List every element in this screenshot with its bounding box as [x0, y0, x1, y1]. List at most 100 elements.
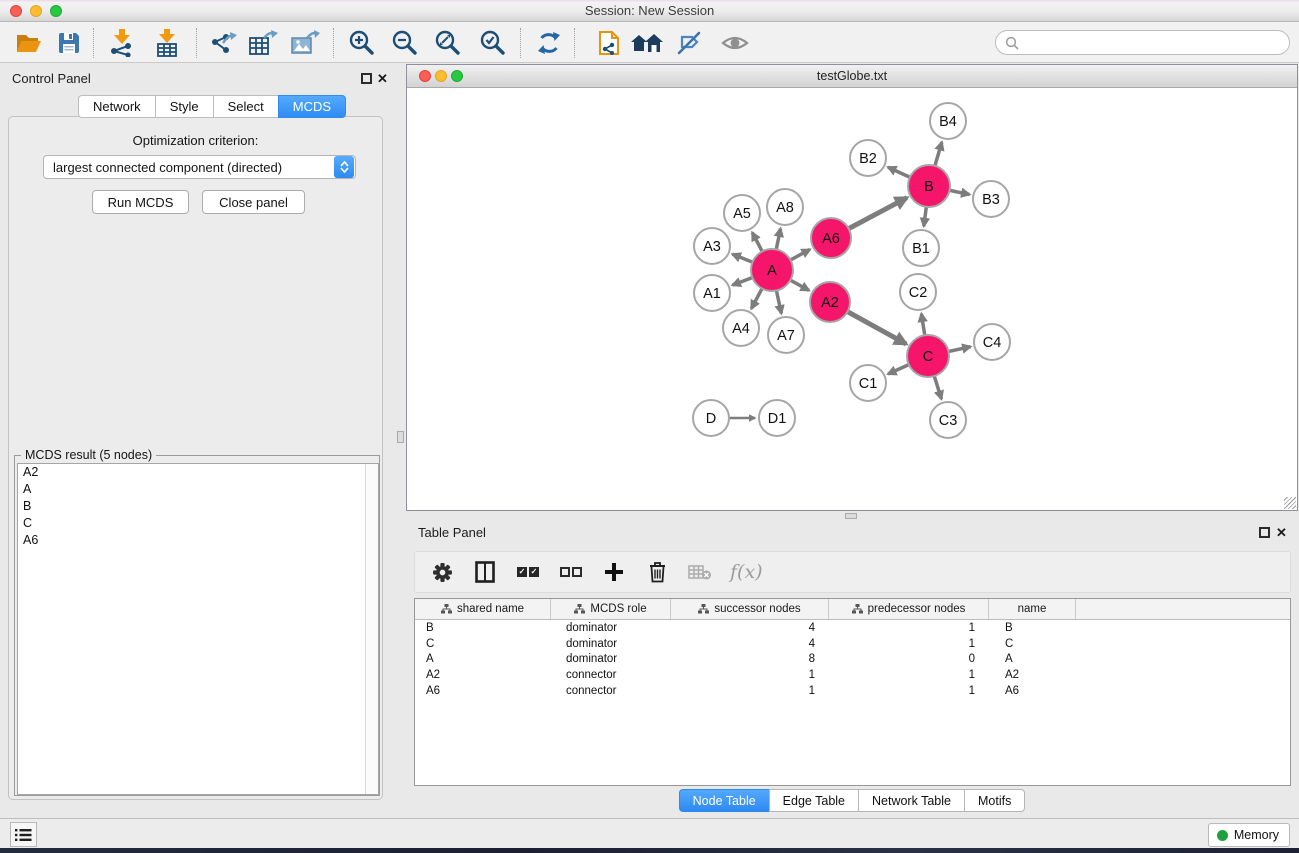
clone-network-icon[interactable]: [592, 27, 626, 59]
column-header-shared-name[interactable]: shared name: [415, 599, 551, 619]
window-resize-grip[interactable]: [1284, 497, 1296, 509]
import-network-icon[interactable]: [105, 27, 139, 59]
tab-node-table[interactable]: Node Table: [679, 789, 769, 812]
cell[interactable]: A6: [415, 685, 551, 697]
tab-edge-table[interactable]: Edge Table: [769, 789, 858, 812]
open-session-icon[interactable]: [12, 27, 46, 59]
column-header-MCDS-role[interactable]: MCDS role: [551, 599, 671, 619]
task-history-button[interactable]: [10, 822, 37, 847]
export-image-icon[interactable]: [288, 27, 322, 59]
control-panel-float-icon[interactable]: [361, 73, 372, 84]
refresh-layout-icon[interactable]: [532, 27, 566, 59]
cell[interactable]: 1: [829, 669, 989, 681]
cell[interactable]: C: [989, 638, 1076, 650]
import-table-icon[interactable]: [150, 27, 184, 59]
search-input[interactable]: [1019, 36, 1289, 50]
memory-label: Memory: [1234, 828, 1279, 842]
tab-style[interactable]: Style: [155, 95, 213, 118]
node-table[interactable]: shared nameMCDS rolesuccessor nodesprede…: [414, 598, 1291, 786]
mcds-result-list[interactable]: A2ABCA6: [17, 463, 379, 795]
column-manager-icon[interactable]: [472, 558, 498, 586]
tab-mcds[interactable]: MCDS: [278, 95, 346, 118]
cell[interactable]: 1: [671, 685, 829, 697]
save-session-icon[interactable]: [52, 27, 86, 59]
cell[interactable]: A: [989, 653, 1076, 665]
table-row[interactable]: Bdominator41B: [415, 620, 1290, 636]
memory-button[interactable]: Memory: [1208, 823, 1290, 847]
cell[interactable]: dominator: [551, 622, 671, 634]
deselect-all-checkboxes-icon[interactable]: [558, 558, 584, 586]
cell[interactable]: A2: [415, 669, 551, 681]
tab-select[interactable]: Select: [213, 95, 278, 118]
cell[interactable]: A2: [989, 669, 1076, 681]
cell[interactable]: C: [415, 638, 551, 650]
table-row[interactable]: A2connector11A2: [415, 667, 1290, 683]
cell[interactable]: B: [989, 622, 1076, 634]
select-all-checkboxes-icon[interactable]: ✓✓: [515, 558, 541, 586]
export-table-icon[interactable]: [246, 27, 280, 59]
zoom-out-icon[interactable]: [388, 27, 422, 59]
cell[interactable]: 1: [829, 638, 989, 650]
network-canvas[interactable]: AA1A2A3A4A5A6A7A8BB1B2B3B4CC1C2C3C4DD1: [408, 89, 1296, 510]
cell[interactable]: 4: [671, 638, 829, 650]
tab-network-table[interactable]: Network Table: [858, 789, 964, 812]
run-mcds-button[interactable]: Run MCDS: [92, 190, 189, 214]
function-builder-icon[interactable]: f(x): [730, 561, 763, 583]
toolbar-separator: [520, 28, 521, 58]
search-box[interactable]: [995, 30, 1290, 55]
cell[interactable]: 4: [671, 622, 829, 634]
export-network-icon[interactable]: [206, 27, 240, 59]
optimization-criterion-select[interactable]: largest connected component (directed): [43, 155, 356, 179]
cell[interactable]: 1: [671, 669, 829, 681]
table-row[interactable]: Adominator80A: [415, 652, 1290, 668]
cell[interactable]: 0: [829, 653, 989, 665]
node-label-A7: A7: [777, 328, 795, 344]
cell[interactable]: connector: [551, 685, 671, 697]
result-item[interactable]: B: [18, 498, 378, 515]
cell[interactable]: connector: [551, 669, 671, 681]
horizontal-splitter-grip[interactable]: [845, 513, 857, 519]
column-header-predecessor-nodes[interactable]: predecessor nodes: [829, 599, 989, 619]
tab-network[interactable]: Network: [78, 95, 155, 118]
cell[interactable]: A: [415, 653, 551, 665]
result-item[interactable]: A2: [18, 464, 378, 481]
table-panel-float-icon[interactable]: [1259, 527, 1270, 538]
column-header-successor-nodes[interactable]: successor nodes: [671, 599, 829, 619]
node-label-C4: C4: [983, 335, 1002, 351]
cell[interactable]: 1: [829, 622, 989, 634]
table-row[interactable]: A6connector11A6: [415, 683, 1290, 699]
node-label-A5: A5: [733, 206, 751, 222]
tab-motifs[interactable]: Motifs: [964, 789, 1025, 812]
control-panel-close-icon[interactable]: ✕: [377, 73, 388, 84]
add-column-plus-icon[interactable]: [601, 558, 627, 586]
network-graph: AA1A2A3A4A5A6A7A8BB1B2B3B4CC1C2C3C4DD1: [408, 89, 1296, 510]
delete-table-icon[interactable]: [687, 558, 713, 586]
zoom-fit-icon[interactable]: [431, 27, 465, 59]
memory-status-icon: [1217, 830, 1228, 841]
delete-column-trash-icon[interactable]: [644, 558, 670, 586]
node-label-A2: A2: [821, 295, 839, 311]
table-settings-gear-icon[interactable]: [429, 558, 455, 586]
optimization-criterion-label: Optimization criterion:: [8, 133, 383, 148]
table-row[interactable]: Cdominator41C: [415, 636, 1290, 652]
cell[interactable]: dominator: [551, 638, 671, 650]
column-header-name[interactable]: name: [989, 599, 1076, 619]
result-item[interactable]: C: [18, 515, 378, 532]
zoom-selected-icon[interactable]: [476, 27, 510, 59]
cell[interactable]: 8: [671, 653, 829, 665]
result-list-scrollbar[interactable]: [365, 464, 378, 794]
network-window-titlebar[interactable]: testGlobe.txt: [407, 65, 1297, 88]
table-panel-close-icon[interactable]: ✕: [1276, 527, 1287, 538]
cell[interactable]: B: [415, 622, 551, 634]
zoom-in-icon[interactable]: [345, 27, 379, 59]
show-view-eye-icon[interactable]: [718, 27, 752, 59]
home-icon[interactable]: [630, 27, 664, 59]
close-panel-button[interactable]: Close panel: [202, 190, 305, 214]
cell[interactable]: dominator: [551, 653, 671, 665]
result-item[interactable]: A: [18, 481, 378, 498]
result-item[interactable]: A6: [18, 532, 378, 549]
cell[interactable]: 1: [829, 685, 989, 697]
hide-graphics-details-icon[interactable]: [672, 27, 706, 59]
vertical-splitter-grip[interactable]: [397, 431, 404, 443]
cell[interactable]: A6: [989, 685, 1076, 697]
